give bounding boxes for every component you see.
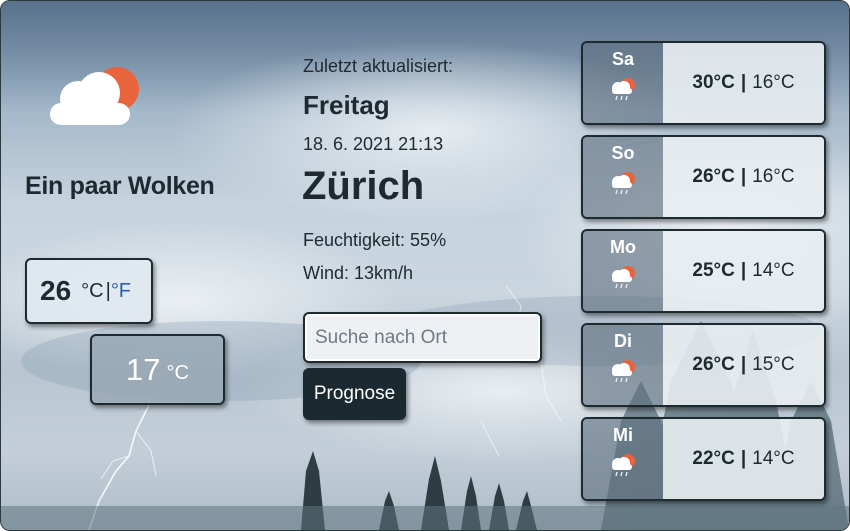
forecast-temperatures: 26°C | 16°C [663, 137, 824, 217]
forecast-card-sa: Sa 30°C | 16°C [581, 41, 826, 125]
current-day: Freitag [303, 90, 390, 120]
cloud-rain-sun-icon [612, 172, 635, 195]
current-datetime: 18. 6. 2021 21:13 [303, 134, 444, 154]
forecast-separator: | [740, 448, 747, 469]
forecast-day-panel: Mo [583, 231, 663, 311]
forecast-high: 26°C [692, 354, 735, 375]
cloud-rain-sun-icon [612, 78, 635, 101]
weather-app: Ein paar Wolken 26 °C | °F 17 °C Zuletzt… [0, 0, 850, 531]
forecast-temperatures: 26°C | 15°C [663, 325, 824, 405]
cloud-rain-sun-icon [612, 360, 635, 383]
fahrenheit-toggle[interactable]: °F [111, 280, 131, 303]
current-temperature-box: 26 °C | °F [25, 258, 153, 324]
forecast-high: 22°C [692, 448, 735, 469]
last-updated-label: Zuletzt aktualisiert: [303, 56, 454, 76]
forecast-day-label: Mi [613, 425, 633, 445]
forecast-card-so: So 26°C | 16°C [581, 135, 826, 219]
forecast-temperatures: 22°C | 14°C [663, 419, 824, 499]
forecast-low: 16°C [752, 166, 795, 187]
forecast-card-mi: Mi 22°C | 14°C [581, 417, 826, 501]
forecast-temperatures: 25°C | 14°C [663, 231, 824, 311]
celsius-unit[interactable]: °C [81, 280, 103, 303]
forecast-day-label: Mo [610, 237, 636, 257]
forecast-button[interactable]: Prognose [303, 368, 406, 420]
forecast-day-label: Sa [611, 49, 635, 69]
low-temperature-unit: °C [166, 362, 189, 384]
forecast-separator: | [740, 260, 747, 281]
cloud-rain-sun-icon [612, 454, 635, 477]
forecast-day-label: Di [614, 331, 632, 351]
search-location-input[interactable] [303, 312, 542, 363]
forecast-card-di: Di 26°C | 15°C [581, 323, 826, 407]
forecast-high: 30°C [692, 72, 735, 93]
current-temperature: 26 [40, 275, 72, 306]
city-name: Zürich [302, 164, 425, 208]
forecast-day-panel: Di [583, 325, 663, 405]
humidity-text: Feuchtigkeit: 55% [303, 230, 447, 250]
forecast-high: 25°C [692, 260, 735, 281]
forecast-low: 15°C [752, 354, 795, 375]
forecast-separator: | [740, 72, 747, 93]
weather-condition: Ein paar Wolken [25, 172, 215, 200]
forecast-day-label: So [611, 143, 635, 163]
low-temperature-box: 17 °C [90, 334, 225, 405]
forecast-separator: | [740, 166, 747, 187]
forecast-day-panel: So [583, 137, 663, 217]
forecast-day-panel: Sa [583, 43, 663, 123]
forecast-card-mo: Mo 25°C | 14°C [581, 229, 826, 313]
forecast-low: 14°C [752, 260, 795, 281]
cloud-rain-sun-icon [612, 266, 635, 289]
cloud-sun-icon [50, 67, 139, 125]
forecast-high: 26°C [692, 166, 735, 187]
forecast-day-panel: Mi [583, 419, 663, 499]
forecast-low: 16°C [752, 72, 795, 93]
low-temperature: 17 [126, 351, 161, 387]
forecast-low: 14°C [752, 448, 795, 469]
forecast-temperatures: 30°C | 16°C [663, 43, 824, 123]
forecast-separator: | [740, 354, 747, 375]
wind-text: Wind: 13km/h [303, 263, 414, 283]
